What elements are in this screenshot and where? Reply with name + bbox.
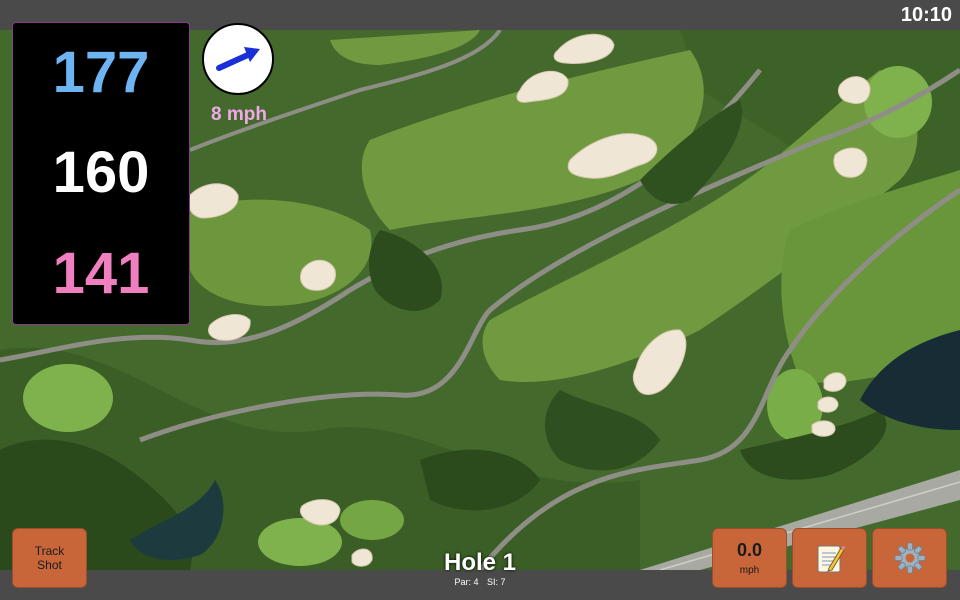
speed-button[interactable]: 0.0 mph bbox=[712, 528, 787, 588]
speed-value: 0.0 bbox=[736, 540, 763, 560]
settings-button[interactable] bbox=[872, 528, 947, 588]
track-shot-button[interactable]: Track Shot bbox=[12, 528, 87, 588]
wind-indicator[interactable] bbox=[202, 23, 274, 95]
si-label: SI: 7 bbox=[487, 577, 506, 587]
par-label: Par: 4 bbox=[454, 577, 479, 587]
back-distance: 177 bbox=[52, 40, 150, 106]
hole-info: Par: 4 SI: 7 bbox=[380, 577, 580, 587]
notepad-icon bbox=[817, 545, 845, 573]
speed-unit: mph bbox=[739, 565, 760, 576]
distance-panel: 177 160 141 bbox=[12, 22, 190, 325]
center-distance: 160 bbox=[52, 140, 150, 206]
notes-button[interactable] bbox=[792, 528, 867, 588]
hole-title: Hole 1 bbox=[443, 549, 517, 576]
gear-icon bbox=[894, 542, 925, 574]
clock: 10:10 bbox=[900, 4, 952, 26]
track-shot-label: Track Shot bbox=[34, 544, 65, 572]
arrow-right-icon bbox=[216, 47, 260, 71]
front-distance: 141 bbox=[52, 240, 150, 306]
wind-speed: 8 mph bbox=[211, 104, 267, 125]
